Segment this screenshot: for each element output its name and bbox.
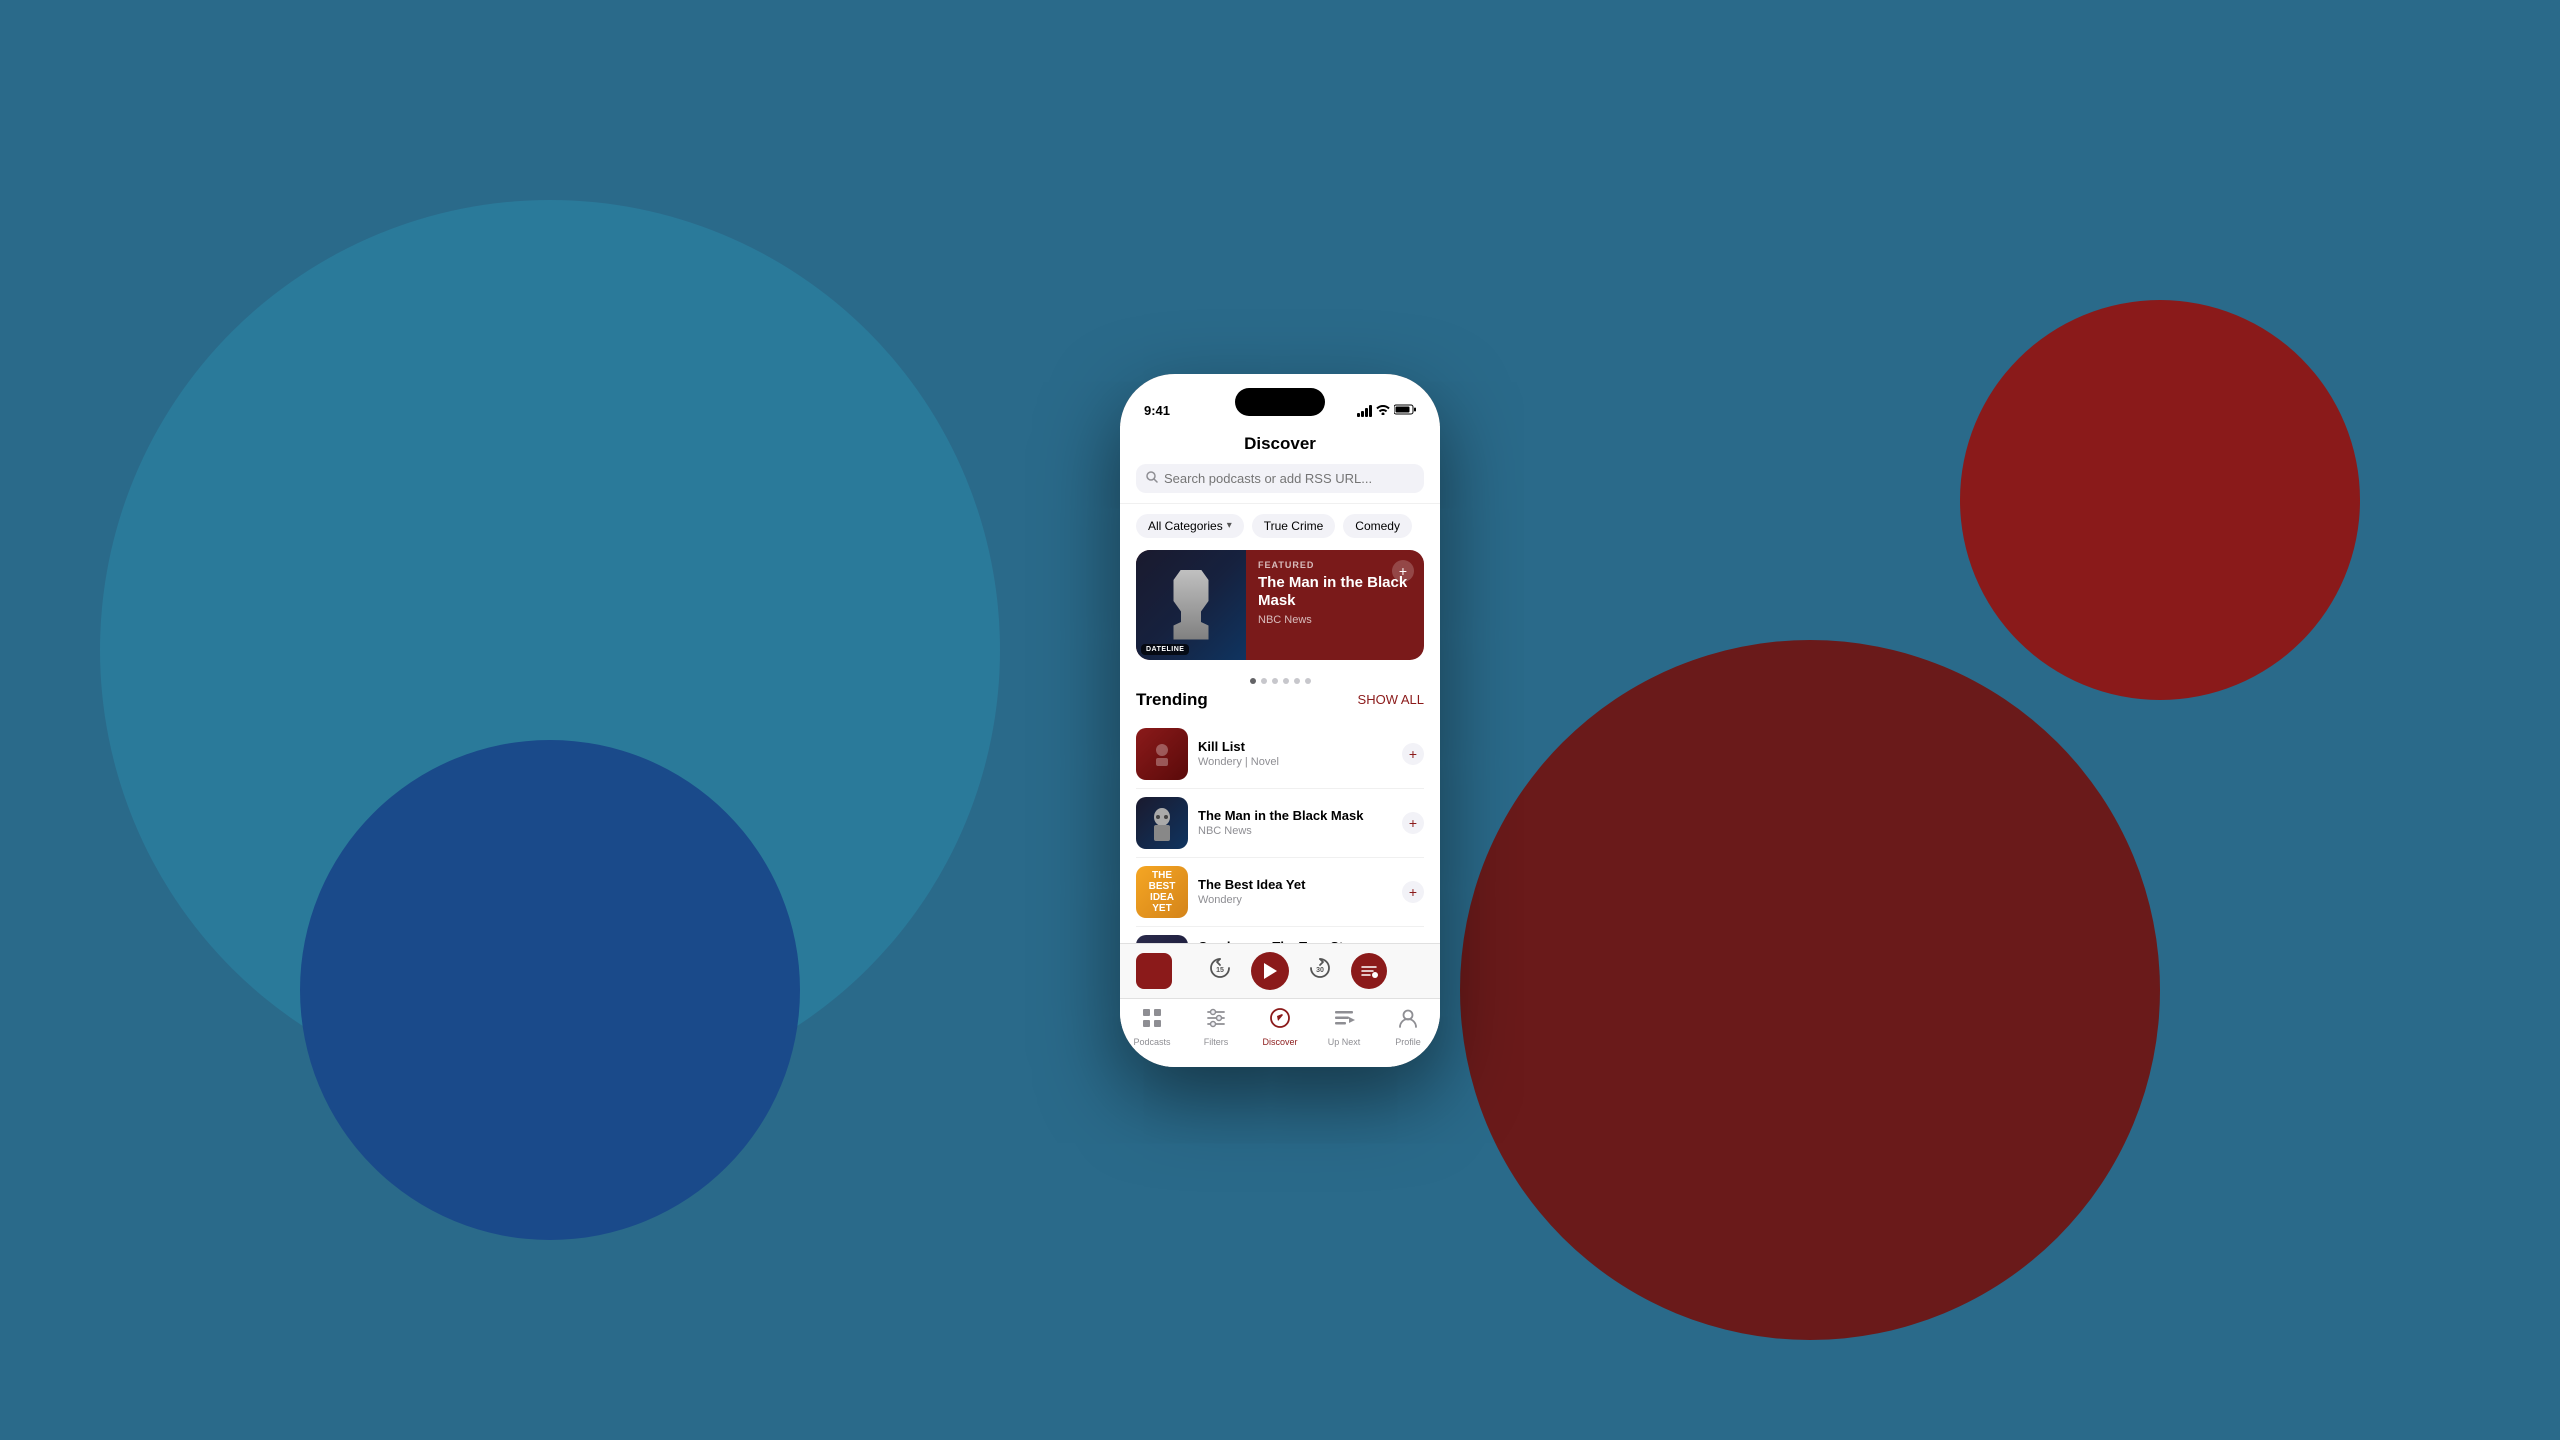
featured-label: FEATURED [1258, 560, 1412, 570]
list-item[interactable]: Candyman: The True Story Behin... CBS Ne… [1136, 927, 1424, 943]
featured-add-button[interactable]: + [1392, 560, 1414, 582]
artwork-badge: DATELINE [1141, 644, 1189, 655]
queue-button[interactable] [1351, 953, 1387, 989]
artwork-silhouette [1166, 570, 1216, 640]
list-item[interactable]: THE BEST IDEA YET The Best Idea Yet Wond… [1136, 858, 1424, 927]
list-item[interactable]: The Man in the Black Mask NBC News + [1136, 789, 1424, 858]
dot-5 [1294, 678, 1300, 684]
status-icons [1357, 404, 1416, 418]
podcast-info: The Man in the Black Mask NBC News [1198, 808, 1392, 837]
kill-list-thumb [1136, 728, 1188, 780]
tab-label: Discover [1262, 1037, 1297, 1047]
podcast-subtitle: Wondery | Novel [1198, 756, 1392, 768]
signal-bar-1 [1357, 413, 1360, 417]
podcasts-icon [1141, 1007, 1163, 1035]
black-mask-thumb [1136, 797, 1188, 849]
tab-label: Up Next [1328, 1037, 1361, 1047]
podcast-info: The Best Idea Yet Wondery [1198, 877, 1392, 906]
search-input[interactable] [1164, 471, 1414, 486]
search-bar[interactable] [1136, 464, 1424, 493]
wifi-icon [1376, 404, 1390, 418]
podcast-thumbnail [1136, 728, 1188, 780]
podcast-title: Kill List [1198, 739, 1392, 754]
tab-label: Filters [1204, 1037, 1229, 1047]
svg-text:30: 30 [1316, 967, 1324, 974]
podcast-thumbnail: THE BEST IDEA YET [1136, 866, 1188, 918]
podcast-thumbnail [1136, 797, 1188, 849]
carousel-dots [1120, 672, 1440, 690]
category-chips: All Categories ▾ True Crime Comedy [1120, 504, 1440, 538]
podcast-add-button[interactable]: + [1402, 812, 1424, 834]
bg-shape-red [1960, 300, 2360, 700]
trending-section: Trending SHOW ALL Kill List [1120, 690, 1440, 943]
chip-comedy[interactable]: Comedy [1343, 514, 1412, 538]
bg-shape-dark-red [1460, 640, 2160, 1340]
play-button[interactable] [1251, 952, 1289, 990]
dynamic-island [1235, 388, 1325, 416]
chip-label: Comedy [1355, 519, 1400, 533]
tab-bar: Podcasts Filters [1120, 998, 1440, 1067]
podcast-info: Kill List Wondery | Novel [1198, 739, 1392, 768]
show-all-button[interactable]: SHOW ALL [1358, 692, 1424, 707]
filters-icon [1205, 1007, 1227, 1035]
featured-artwork: DATELINE [1136, 550, 1246, 660]
featured-title: The Man in the Black Mask [1258, 574, 1412, 610]
podcast-title: The Best Idea Yet [1198, 877, 1392, 892]
section-title: Trending [1136, 690, 1208, 710]
status-time: 9:41 [1144, 403, 1170, 418]
dot-3 [1272, 678, 1278, 684]
signal-bar-3 [1365, 408, 1368, 417]
dot-6 [1305, 678, 1311, 684]
candyman-thumb [1136, 935, 1188, 943]
podcast-title: The Man in the Black Mask [1198, 808, 1392, 823]
thumb-text: THE BEST IDEA YET [1140, 870, 1184, 914]
best-idea-thumb: THE BEST IDEA YET [1136, 866, 1188, 918]
dot-4 [1283, 678, 1289, 684]
phone-device: 9:41 [1120, 374, 1440, 1067]
back15-button[interactable]: 15 [1209, 957, 1231, 984]
signal-bars [1357, 405, 1372, 417]
chip-label: True Crime [1264, 519, 1324, 533]
queue-icon [1351, 953, 1387, 989]
podcast-thumbnail [1136, 935, 1188, 943]
app-content: Discover All Categories ▾ True Crime [1120, 426, 1440, 1067]
podcast-add-button[interactable]: + [1402, 881, 1424, 903]
dot-2 [1261, 678, 1267, 684]
podcast-add-button[interactable]: + [1402, 743, 1424, 765]
mini-player-controls: 15 30 [1172, 952, 1424, 990]
chevron-down-icon: ▾ [1227, 520, 1232, 531]
signal-bar-4 [1369, 405, 1372, 417]
bg-shape-blue [300, 740, 800, 1240]
upnext-icon [1333, 1007, 1355, 1035]
profile-icon [1397, 1007, 1419, 1035]
podcast-subtitle: NBC News [1198, 825, 1392, 837]
chip-label: All Categories [1148, 519, 1223, 533]
tab-podcasts[interactable]: Podcasts [1120, 1007, 1184, 1047]
tab-up-next[interactable]: Up Next [1312, 1007, 1376, 1047]
search-icon [1146, 471, 1158, 486]
battery-icon [1394, 404, 1416, 418]
tab-discover[interactable]: Discover [1248, 1007, 1312, 1047]
mini-player-artwork [1136, 953, 1172, 989]
tab-label: Podcasts [1133, 1037, 1170, 1047]
tab-label: Profile [1395, 1037, 1421, 1047]
list-item[interactable]: Kill List Wondery | Novel + [1136, 720, 1424, 789]
chip-true-crime[interactable]: True Crime [1252, 514, 1336, 538]
discover-icon [1269, 1007, 1291, 1035]
tab-profile[interactable]: Profile [1376, 1007, 1440, 1047]
page-title: Discover [1136, 434, 1424, 454]
forward30-button[interactable]: 30 [1309, 957, 1331, 984]
featured-source: NBC News [1258, 614, 1412, 626]
main-scroll[interactable]: DATELINE FEATURED The Man in the Black M… [1120, 538, 1440, 943]
dot-1 [1250, 678, 1256, 684]
section-header: Trending SHOW ALL [1136, 690, 1424, 710]
chip-all-categories[interactable]: All Categories ▾ [1136, 514, 1244, 538]
podcast-subtitle: Wondery [1198, 894, 1392, 906]
signal-bar-2 [1361, 411, 1364, 417]
app-header: Discover [1120, 426, 1440, 504]
tab-filters[interactable]: Filters [1184, 1007, 1248, 1047]
svg-text:15: 15 [1216, 967, 1224, 974]
featured-card[interactable]: DATELINE FEATURED The Man in the Black M… [1136, 550, 1424, 660]
mini-player: 15 30 [1120, 943, 1440, 998]
